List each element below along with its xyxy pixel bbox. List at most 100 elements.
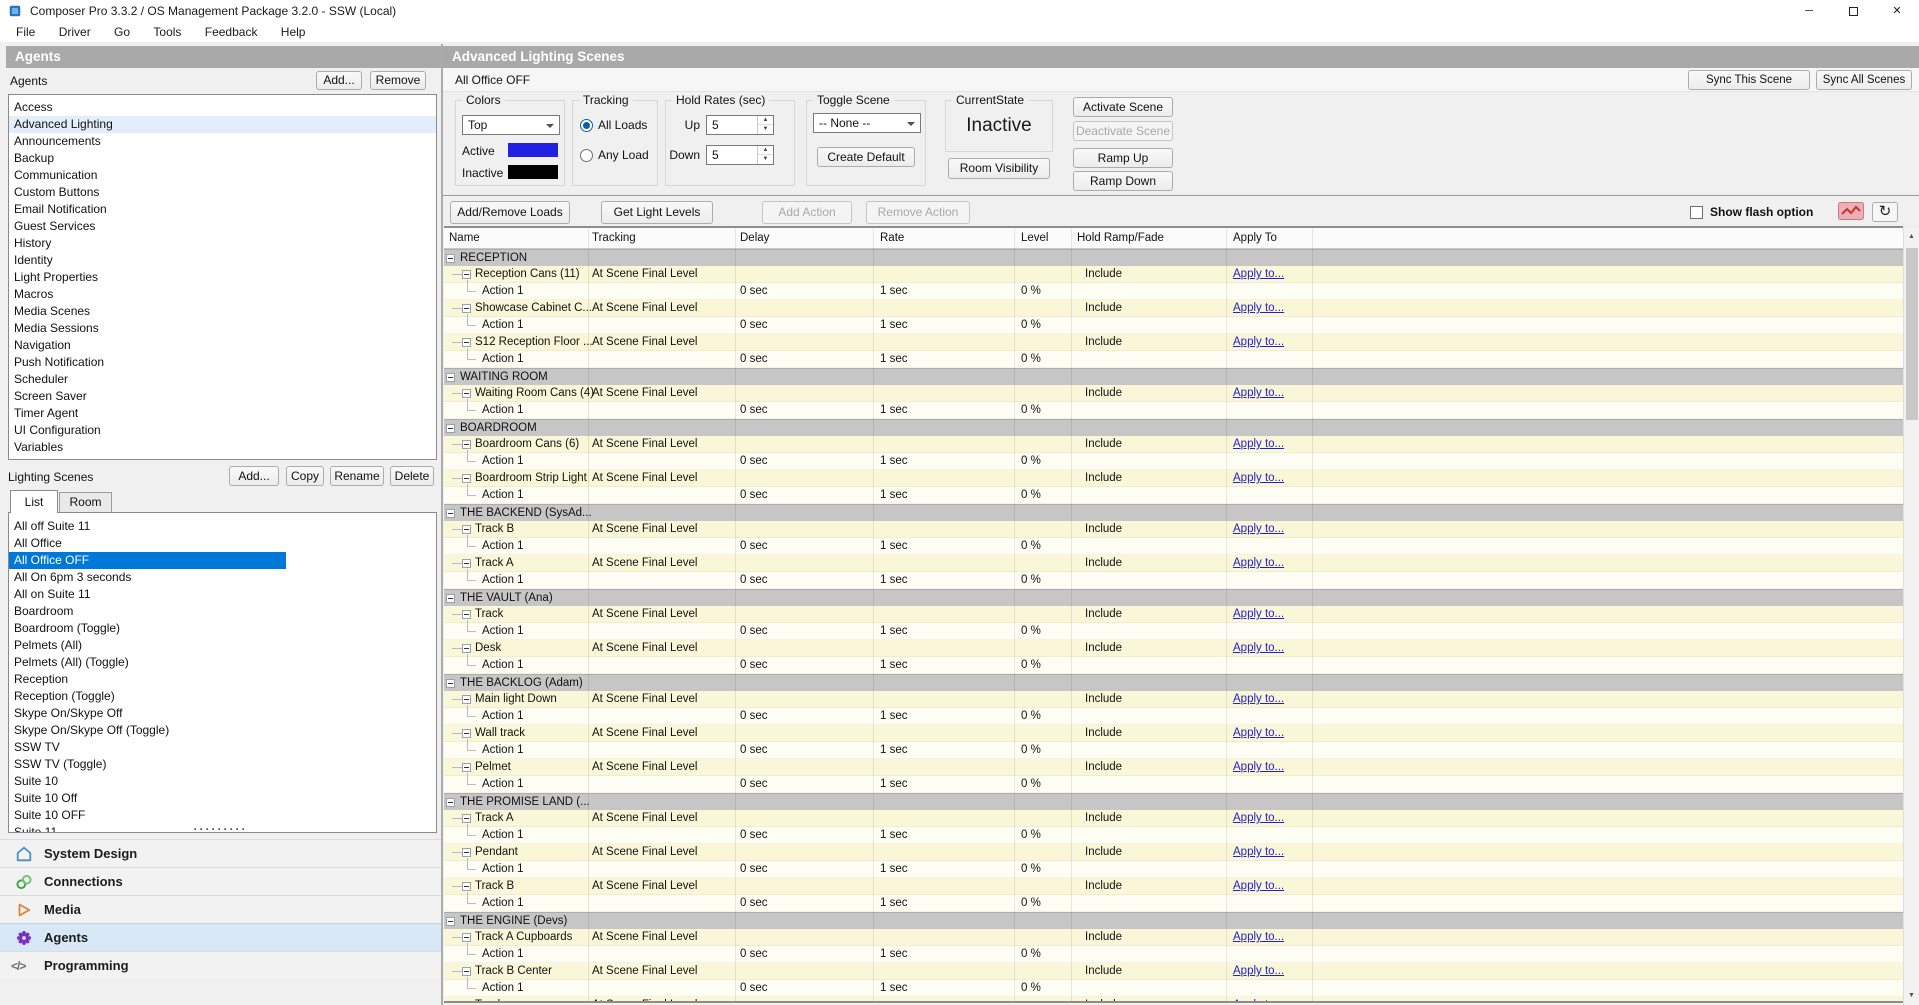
remove-action-button[interactable]: Remove Action bbox=[866, 201, 970, 224]
apply-to-link[interactable]: Apply to... bbox=[1233, 470, 1284, 487]
load-row[interactable]: Track B CenterAt Scene Final LevelInclud… bbox=[444, 963, 1903, 980]
agent-list-item[interactable]: Push Notification bbox=[9, 354, 436, 371]
action-row[interactable]: Action 10 sec1 sec0 % bbox=[444, 861, 1903, 878]
apply-to-link[interactable]: Apply to... bbox=[1233, 725, 1284, 742]
tree-collapse-icon[interactable] bbox=[462, 610, 471, 619]
action-row[interactable]: Action 10 sec1 sec0 % bbox=[444, 402, 1903, 419]
nav-programming[interactable]: </> Programming bbox=[0, 951, 441, 979]
action-row[interactable]: Action 10 sec1 sec0 % bbox=[444, 538, 1903, 555]
action-row[interactable]: Action 10 sec1 sec0 % bbox=[444, 572, 1903, 589]
show-flash-checkbox[interactable] bbox=[1690, 206, 1703, 219]
colors-position-dropdown[interactable]: Top bbox=[462, 115, 560, 135]
group-row[interactable]: THE BACKEND (SysAd... bbox=[444, 504, 1903, 521]
scene-list-item[interactable]: Pelmets (All) bbox=[9, 637, 436, 654]
scene-delete-button[interactable]: Delete bbox=[390, 466, 434, 486]
scene-list-item[interactable]: All off Suite 11 bbox=[9, 518, 436, 535]
ramp-up-button[interactable]: Ramp Up bbox=[1073, 148, 1173, 168]
scene-list-item[interactable]: All On 6pm 3 seconds bbox=[9, 569, 436, 586]
maximize-icon[interactable] bbox=[1831, 0, 1875, 22]
add-action-button[interactable]: Add Action bbox=[762, 201, 852, 224]
agent-list-item[interactable]: Variables bbox=[9, 439, 436, 456]
menu-tools[interactable]: Tools bbox=[143, 22, 191, 42]
apply-to-link[interactable]: Apply to... bbox=[1233, 810, 1284, 827]
group-row[interactable]: THE BACKLOG (Adam) bbox=[444, 674, 1903, 691]
toggle-scene-dropdown[interactable]: -- None -- bbox=[813, 113, 921, 133]
scrollbar-thumb[interactable] bbox=[1906, 248, 1918, 420]
scene-add-button[interactable]: Add... bbox=[229, 466, 279, 486]
action-row[interactable]: Action 10 sec1 sec0 % bbox=[444, 827, 1903, 844]
action-row[interactable]: Action 10 sec1 sec0 % bbox=[444, 895, 1903, 912]
tree-collapse-icon[interactable] bbox=[462, 882, 471, 891]
col-tracking[interactable]: Tracking bbox=[592, 228, 636, 248]
apply-to-link[interactable]: Apply to... bbox=[1233, 521, 1284, 538]
scene-list-item[interactable]: SSW TV (Toggle) bbox=[9, 756, 436, 773]
agent-list-item[interactable]: Backup bbox=[9, 150, 436, 167]
activate-scene-button[interactable]: Activate Scene bbox=[1073, 97, 1173, 117]
group-row[interactable]: RECEPTION bbox=[444, 249, 1903, 266]
col-apply-to[interactable]: Apply To bbox=[1233, 228, 1277, 248]
load-row[interactable]: TrackAt Scene Final LevelIncludeApply to… bbox=[444, 606, 1903, 623]
agent-list-item[interactable]: Announcements bbox=[9, 133, 436, 150]
agent-list-item[interactable]: Timer Agent bbox=[9, 405, 436, 422]
action-row[interactable]: Action 10 sec1 sec0 % bbox=[444, 351, 1903, 368]
apply-to-link[interactable]: Apply to... bbox=[1233, 759, 1284, 776]
scene-list-item[interactable]: All Office bbox=[9, 535, 436, 552]
group-row[interactable]: THE PROMISE LAND (... bbox=[444, 793, 1903, 810]
action-row[interactable]: Action 10 sec1 sec0 % bbox=[444, 776, 1903, 793]
agent-list-item[interactable]: Guest Services bbox=[9, 218, 436, 235]
agent-list-item[interactable]: Identity bbox=[9, 252, 436, 269]
apply-to-link[interactable]: Apply to... bbox=[1233, 878, 1284, 895]
spin-down-icon[interactable]: ▼ bbox=[758, 125, 773, 134]
load-row[interactable]: PendantAt Scene Final LevelIncludeApply … bbox=[444, 844, 1903, 861]
close-icon[interactable]: ✕ bbox=[1875, 0, 1919, 22]
scroll-down-icon[interactable]: ▼ bbox=[1904, 987, 1919, 1005]
flash-colors-icon[interactable] bbox=[1838, 202, 1864, 223]
tree-collapse-icon[interactable] bbox=[462, 304, 471, 313]
splitter-handle-icon[interactable]: ········· bbox=[0, 826, 441, 834]
apply-to-link[interactable]: Apply to... bbox=[1233, 963, 1284, 980]
apply-to-link[interactable]: Apply to... bbox=[1233, 691, 1284, 708]
tab-room[interactable]: Room bbox=[59, 492, 112, 512]
agent-list-item[interactable]: Media Scenes bbox=[9, 303, 436, 320]
agent-list-item[interactable]: Access bbox=[9, 99, 436, 116]
scene-rename-button[interactable]: Rename bbox=[330, 466, 384, 486]
scene-list-item[interactable]: Suite 10 bbox=[9, 773, 436, 790]
tree-collapse-icon[interactable] bbox=[446, 254, 455, 263]
load-row[interactable]: Boardroom Strip LightAt Scene Final Leve… bbox=[444, 470, 1903, 487]
lighting-scenes-list[interactable]: All off Suite 11All OfficeAll Office OFF… bbox=[8, 512, 437, 833]
tree-collapse-icon[interactable] bbox=[462, 763, 471, 772]
load-row[interactable]: Waiting Room Cans (4)At Scene Final Leve… bbox=[444, 385, 1903, 402]
action-row[interactable]: Action 10 sec1 sec0 % bbox=[444, 742, 1903, 759]
apply-to-link[interactable]: Apply to... bbox=[1233, 555, 1284, 572]
room-visibility-button[interactable]: Room Visibility bbox=[948, 158, 1050, 179]
load-row[interactable]: Boardroom Cans (6)At Scene Final LevelIn… bbox=[444, 436, 1903, 453]
load-row[interactable]: Track BAt Scene Final LevelIncludeApply … bbox=[444, 878, 1903, 895]
up-rate-stepper[interactable]: 5 ▲▼ bbox=[706, 115, 774, 135]
col-hold[interactable]: Hold Ramp/Fade bbox=[1077, 228, 1164, 248]
table-scrollbar[interactable]: ▲ ▼ bbox=[1903, 228, 1919, 1005]
spin-down-icon[interactable]: ▼ bbox=[758, 155, 773, 164]
scroll-up-icon[interactable]: ▲ bbox=[1904, 228, 1919, 246]
spin-up-icon[interactable]: ▲ bbox=[758, 116, 773, 125]
menu-go[interactable]: Go bbox=[104, 22, 140, 42]
apply-to-link[interactable]: Apply to... bbox=[1233, 606, 1284, 623]
tree-collapse-icon[interactable] bbox=[446, 424, 455, 433]
agent-list-item[interactable]: Advanced Lighting bbox=[9, 116, 436, 133]
agents-add-button[interactable]: Add... bbox=[316, 71, 362, 90]
agents-list[interactable]: AccessAdvanced LightingAnnouncementsBack… bbox=[8, 94, 437, 460]
tree-collapse-icon[interactable] bbox=[462, 338, 471, 347]
spin-up-icon[interactable]: ▲ bbox=[758, 146, 773, 155]
apply-to-link[interactable]: Apply to... bbox=[1233, 844, 1284, 861]
group-row[interactable]: THE ENGINE (Devs) bbox=[444, 912, 1903, 929]
tree-collapse-icon[interactable] bbox=[462, 270, 471, 279]
tree-collapse-icon[interactable] bbox=[462, 814, 471, 823]
active-color-swatch[interactable] bbox=[508, 143, 558, 157]
load-row[interactable]: Main light DownAt Scene Final LevelInclu… bbox=[444, 691, 1903, 708]
tree-collapse-icon[interactable] bbox=[462, 967, 471, 976]
action-row[interactable]: Action 10 sec1 sec0 % bbox=[444, 453, 1903, 470]
tree-collapse-icon[interactable] bbox=[446, 798, 455, 807]
scene-copy-button[interactable]: Copy bbox=[286, 466, 324, 486]
action-row[interactable]: Action 10 sec1 sec0 % bbox=[444, 283, 1903, 300]
apply-to-link[interactable]: Apply to... bbox=[1233, 929, 1284, 946]
tree-collapse-icon[interactable] bbox=[446, 917, 455, 926]
